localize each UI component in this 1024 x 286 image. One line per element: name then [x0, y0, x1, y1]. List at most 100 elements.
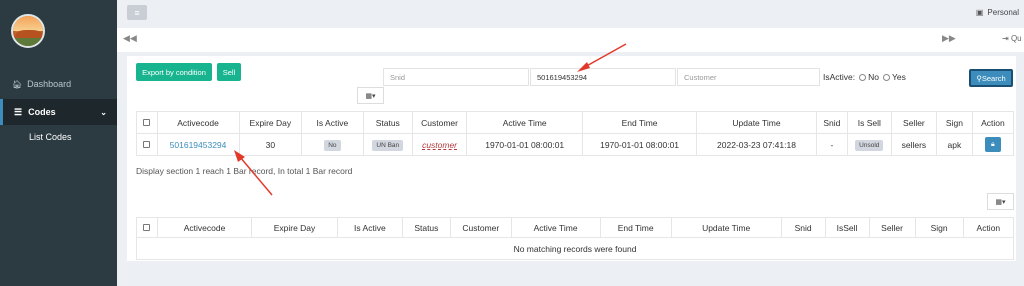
col-customer[interactable]: Customer: [449, 217, 512, 238]
col-customer[interactable]: Customer: [411, 111, 468, 134]
tab-scroll-right-icon[interactable]: ▶▶: [942, 33, 956, 44]
cell-action: 🔒︎: [971, 133, 1015, 156]
col-snid[interactable]: Snid: [815, 111, 848, 134]
table-header-row: Activecode Expire Day Is Active Status C…: [136, 111, 1015, 134]
export-by-condition-button[interactable]: Export by condition: [136, 63, 212, 81]
col-is-active[interactable]: Is Active: [336, 217, 403, 238]
col-active-time[interactable]: Active Time: [510, 217, 601, 238]
cell-is-sell: Unsold: [846, 133, 892, 156]
activecode-input[interactable]: 501619453294: [530, 68, 676, 86]
col-snid[interactable]: Snid: [780, 217, 826, 238]
col-is-active[interactable]: Is Active: [301, 111, 364, 134]
sidebar-item-codes[interactable]: ☰ Codes ⌄: [0, 99, 117, 125]
cell-status: UN Ban: [362, 133, 413, 156]
codes-table-2: Activecode Expire Day Is Active Status C…: [136, 217, 1015, 260]
cell-customer: customer: [411, 133, 468, 156]
search-label: Search: [981, 73, 1006, 83]
radio-no-label: No: [868, 72, 879, 82]
col-update-time[interactable]: Update Time: [670, 217, 782, 238]
radio-no[interactable]: [859, 73, 867, 81]
tabs-bar: ◀◀ ▶▶ ⇥ Qu: [117, 28, 1024, 52]
customer-editable[interactable]: customer: [422, 140, 457, 150]
col-expire-day[interactable]: Expire Day: [238, 111, 303, 134]
col-status[interactable]: Status: [401, 217, 451, 238]
quit-label: Qu: [1010, 34, 1022, 43]
cell-sign: apk: [935, 133, 973, 156]
cell-seller: sellers: [890, 133, 937, 156]
pagination-info: Display section 1 reach 1 Bar record, In…: [136, 166, 353, 176]
sidebar-subitem-list-codes[interactable]: List Codes: [0, 125, 117, 149]
sidebar-item-label: Dashboard: [27, 79, 72, 89]
quit-button[interactable]: ⇥ Qu: [1002, 34, 1022, 43]
col-sign[interactable]: Sign: [935, 111, 973, 134]
col-end-time[interactable]: End Time: [582, 111, 697, 134]
sign-out-icon: ⇥: [1002, 34, 1009, 43]
activecode-link[interactable]: 501619453294: [170, 140, 227, 150]
col-action: Action: [971, 111, 1015, 134]
cell-active-time: 1970-01-01 08:00:01: [466, 133, 584, 156]
col-seller[interactable]: Seller: [868, 217, 916, 238]
radio-yes-label: Yes: [892, 72, 906, 82]
isactive-filter: IsActive: No Yes: [823, 72, 906, 82]
cell-end-time: 1970-01-01 08:00:01: [582, 133, 697, 156]
customer-input[interactable]: Customer: [677, 68, 820, 86]
isactive-label: IsActive:: [823, 72, 856, 82]
col-activecode[interactable]: Activecode: [156, 217, 253, 238]
select-all-checkbox-2[interactable]: [143, 223, 151, 231]
snid-input[interactable]: Snid: [383, 68, 529, 86]
codes-panel: Export by condition Sell Snid 5016194532…: [127, 56, 1016, 261]
empty-message: No matching records were found: [136, 237, 1014, 260]
cell-expire-day: 30: [238, 133, 303, 156]
col-status[interactable]: Status: [362, 111, 413, 134]
sidebar-item-label: Codes: [28, 107, 56, 117]
is-active-badge: No: [324, 139, 341, 151]
table-row: 501619453294 30 No UN Ban customer 1970-…: [136, 133, 1015, 156]
cell-update-time: 2022-03-23 07:41:18: [695, 133, 817, 156]
lock-button[interactable]: 🔒︎: [984, 137, 1001, 152]
id-card-icon: ▣: [975, 8, 984, 17]
table-empty-row: No matching records were found: [136, 237, 1014, 260]
col-active-time[interactable]: Active Time: [466, 111, 584, 134]
radio-yes[interactable]: [883, 73, 890, 81]
col-is-sell[interactable]: Is Sell: [846, 111, 892, 134]
cell-snid: -: [815, 133, 848, 156]
col-sign[interactable]: Sign: [914, 217, 964, 238]
columns-toggle-button[interactable]: ▦▾: [357, 87, 384, 104]
col-end-time[interactable]: End Time: [599, 217, 672, 238]
menu-toggle-button[interactable]: ≡: [127, 5, 147, 20]
lock-icon: 🔒︎: [991, 141, 995, 148]
col-activecode[interactable]: Activecode: [156, 111, 240, 134]
codes-table: Activecode Expire Day Is Active Status C…: [136, 111, 1015, 156]
hamburger-icon: ≡: [134, 7, 140, 18]
col-is-sell[interactable]: IsSell: [824, 217, 870, 238]
page-footer-strip: [117, 262, 1024, 286]
cell-activecode: 501619453294: [156, 133, 240, 156]
home-icon: 🏠︎: [12, 79, 23, 89]
table-header-row: Activecode Expire Day Is Active Status C…: [136, 217, 1015, 238]
col-seller[interactable]: Seller: [890, 111, 937, 134]
personal-label: Personal: [987, 8, 1019, 17]
row-checkbox[interactable]: [143, 140, 151, 148]
search-button[interactable]: ⚲ Search: [969, 69, 1013, 87]
sell-button[interactable]: Sell: [217, 63, 241, 81]
select-all-checkbox-cell: [136, 111, 158, 134]
personal-menu[interactable]: ▣ Personal: [976, 8, 1019, 17]
list-icon: ☰: [14, 106, 23, 117]
sidebar: 🏠︎ Dashboard ☰ Codes ⌄ List Codes: [0, 0, 117, 286]
sidebar-subitem-label: List Codes: [29, 132, 72, 142]
avatar[interactable]: [11, 14, 45, 48]
col-action: Action: [962, 217, 1015, 238]
is-sell-badge: Unsold: [855, 139, 884, 151]
sidebar-header: [0, 0, 117, 62]
sidebar-item-dashboard[interactable]: 🏠︎ Dashboard: [0, 71, 117, 97]
select-all-checkbox[interactable]: [143, 118, 151, 126]
chevron-down-icon: ⌄: [100, 107, 107, 117]
select-all-checkbox-cell: [136, 217, 158, 238]
status-badge: UN Ban: [372, 139, 404, 151]
row-checkbox-cell: [136, 133, 158, 156]
columns-toggle-button-2[interactable]: ▦▾: [987, 193, 1014, 210]
top-navbar: ≡ ▣ Personal: [117, 0, 1024, 26]
col-expire-day[interactable]: Expire Day: [251, 217, 338, 238]
col-update-time[interactable]: Update Time: [695, 111, 817, 134]
tab-scroll-left-icon[interactable]: ◀◀: [123, 33, 137, 44]
